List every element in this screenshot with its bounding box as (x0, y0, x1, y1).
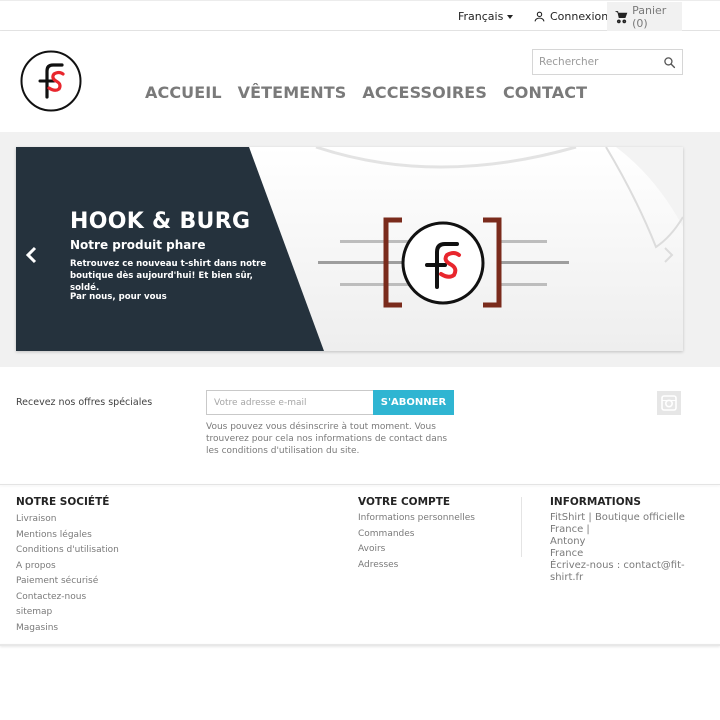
footer-link[interactable]: sitemap (16, 607, 119, 623)
footer-link[interactable]: Adresses (358, 560, 475, 576)
search-icon[interactable] (663, 56, 676, 69)
footer-link[interactable]: Contactez-nous (16, 592, 119, 608)
footer-link[interactable]: Commandes (358, 529, 475, 545)
main-nav: ACCUEIL VÊTEMENTS ACCESSOIRES CONTACT (145, 83, 587, 102)
newsletter-email-input[interactable] (207, 391, 367, 414)
footer-account-links: Informations personnelles Commandes Avoi… (358, 513, 475, 575)
footer-link[interactable]: Livraison (16, 514, 119, 530)
subscribe-button[interactable]: S'ABONNER (373, 390, 454, 415)
info-line[interactable]: Écrivez-nous : contact@fit-shirt.fr (550, 560, 690, 584)
header: ACCUEIL VÊTEMENTS ACCESSOIRES CONTACT (0, 31, 720, 132)
footer-divider (0, 484, 720, 485)
cart-label: Panier (0) (632, 3, 667, 30)
language-label: Français (458, 10, 504, 23)
footer-link[interactable]: Conditions d'utilisation (16, 545, 119, 561)
chevron-left-icon[interactable] (25, 245, 39, 265)
footer-info-title: INFORMATIONS (550, 496, 641, 508)
nav-item-contact[interactable]: CONTACT (503, 83, 587, 102)
info-line: FitShirt | Boutique officielle France | (550, 512, 685, 535)
search-input[interactable] (533, 50, 653, 74)
footer-link[interactable]: Mentions légales (16, 530, 119, 546)
hero-slider: HOOK & BURG Notre produit phare Retrouve… (16, 147, 683, 351)
fitshirt-logo[interactable] (20, 50, 82, 112)
nav-item-vetements[interactable]: VÊTEMENTS (238, 83, 347, 102)
caret-down-icon (507, 14, 514, 19)
slide-subtitle: Notre produit phare (70, 238, 206, 252)
footer-link[interactable]: Informations personnelles (358, 513, 475, 529)
language-selector[interactable]: Français (458, 10, 514, 23)
footer-company-title: NOTRE SOCIÉTÉ (16, 496, 110, 508)
nav-item-accueil[interactable]: ACCUEIL (145, 83, 222, 102)
newsletter-note: Vous pouvez vous désinscrire à tout mome… (206, 422, 448, 456)
slide-description: Retrouvez ce nouveau t-shirt dans notre … (70, 259, 267, 293)
footer-company-links: Livraison Mentions légales Conditions d'… (16, 514, 119, 638)
footer-separator (521, 497, 522, 557)
newsletter-label: Recevez nos offres spéciales (16, 397, 153, 408)
newsletter-email-box (206, 390, 373, 415)
user-icon (534, 11, 545, 22)
info-line: Antony (550, 536, 586, 547)
info-line: France (550, 548, 584, 559)
login-link[interactable]: Connexion (533, 10, 608, 23)
slide-title: HOOK & BURG (70, 209, 251, 234)
footer-info-block: FitShirt | Boutique officielle France | … (550, 512, 690, 584)
footer-link[interactable]: Avoirs (358, 544, 475, 560)
chevron-right-icon[interactable] (661, 245, 675, 265)
footer-link[interactable]: Magasins (16, 623, 119, 639)
footer-link[interactable]: A propos (16, 561, 119, 577)
cart-button[interactable]: Panier (0) (607, 2, 682, 31)
top-bar: Français Connexion Panier (0) (0, 0, 720, 31)
footer-link[interactable]: Paiement sécurisé (16, 576, 119, 592)
cart-icon (615, 10, 628, 23)
search-box (532, 49, 683, 75)
instagram-icon[interactable] (657, 391, 681, 415)
footer-account-title: VOTRE COMPTE (358, 496, 451, 508)
footer-bottom-divider (0, 644, 720, 646)
slide-tagline: Par nous, pour vous (70, 292, 167, 302)
login-label: Connexion (550, 10, 609, 23)
nav-item-accessoires[interactable]: ACCESSOIRES (362, 83, 487, 102)
